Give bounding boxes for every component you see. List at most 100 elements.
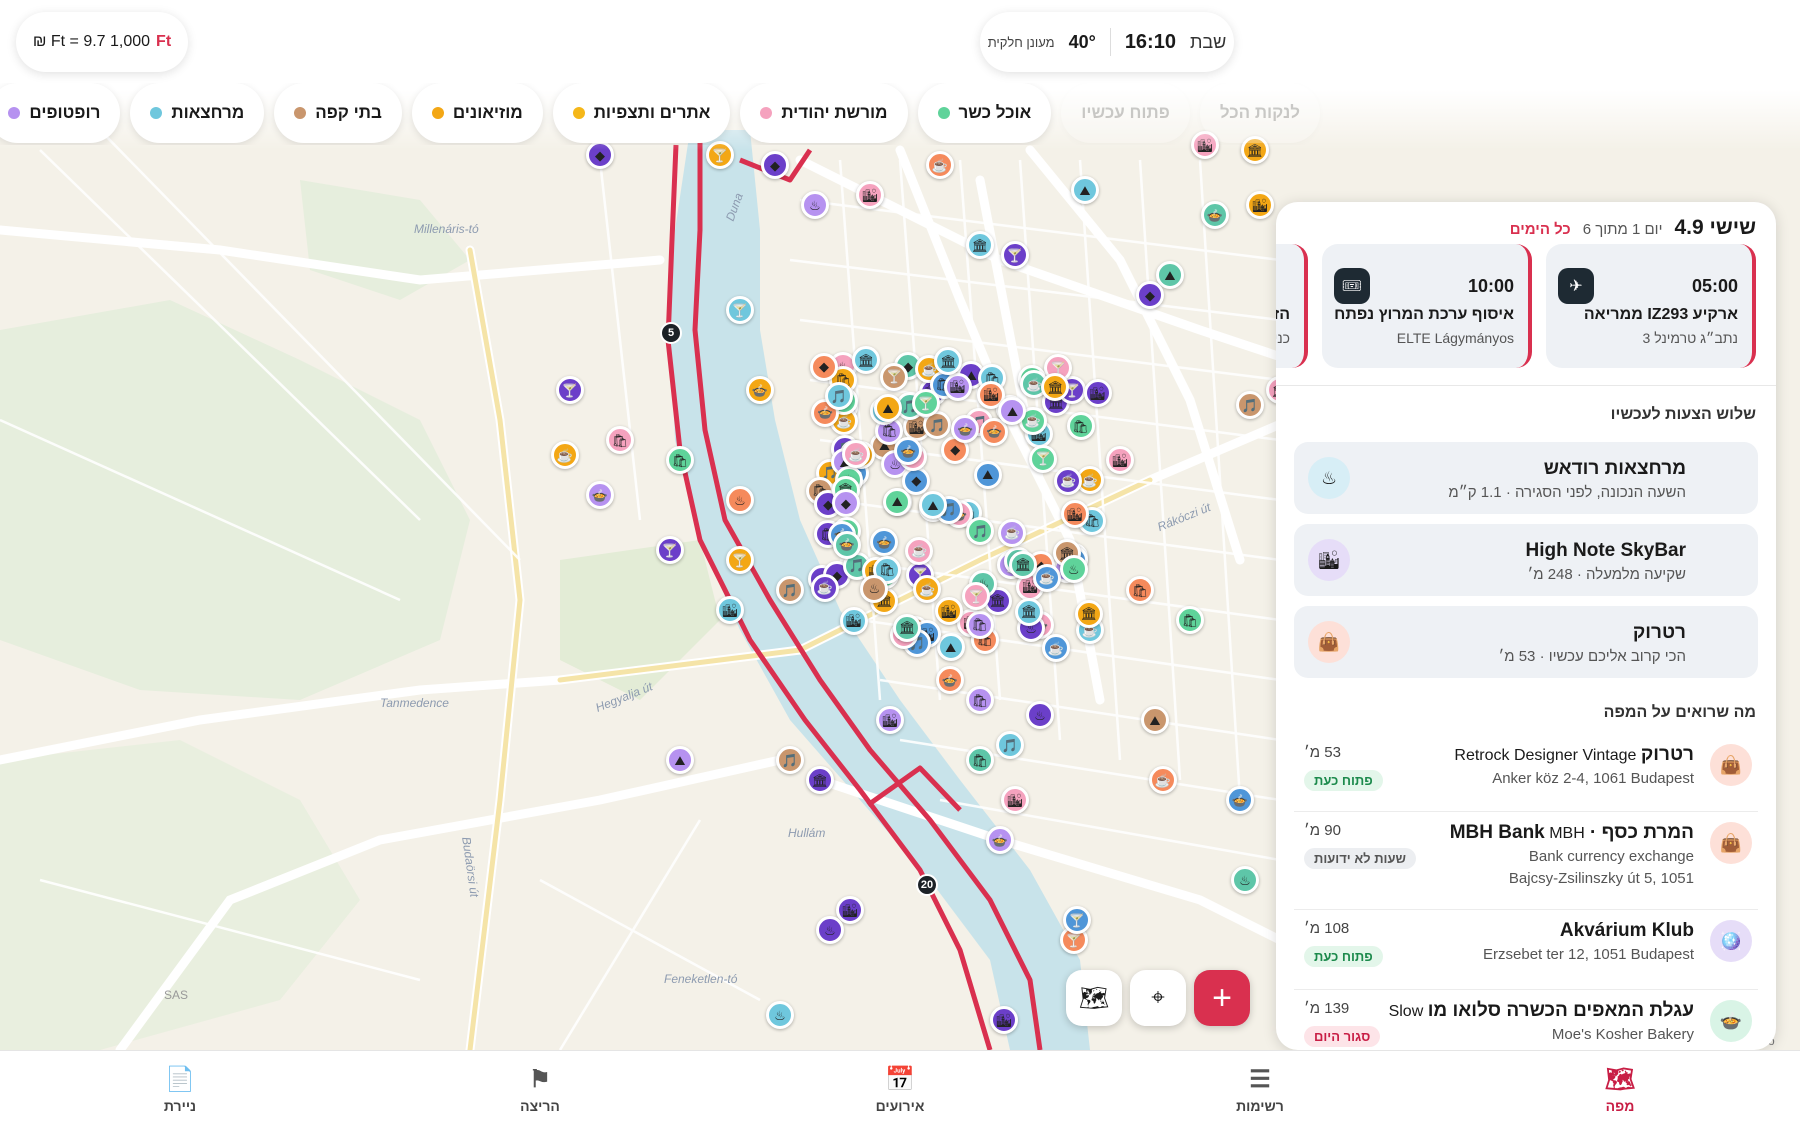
suggestion-card[interactable]: 🏙 High Note SkyBar שקיעה מלמעלה · 248 מ׳ bbox=[1294, 524, 1758, 596]
place-row[interactable]: 🪩 Akvárium Klub Erzsebet ter 12, 1051 Bu… bbox=[1294, 910, 1758, 990]
map-poi-pin[interactable]: 🍲 bbox=[832, 530, 861, 559]
map-poi-pin[interactable]: 🏙 bbox=[839, 606, 868, 635]
map-poi-pin[interactable]: 🏛 bbox=[966, 231, 994, 259]
map-poi-pin[interactable]: 🏛 bbox=[1009, 550, 1038, 579]
map-poi-pin[interactable]: 🏙 bbox=[934, 597, 963, 626]
map-poi-pin[interactable]: 🏙 bbox=[1060, 500, 1089, 529]
add-button[interactable]: + bbox=[1194, 970, 1250, 1026]
map-poi-pin[interactable]: ☕ bbox=[1041, 634, 1070, 663]
map-poi-pin[interactable]: 🎵 bbox=[824, 382, 853, 411]
map-layers-button[interactable]: 🗺 bbox=[1066, 970, 1122, 1026]
map-poi-pin[interactable]: 🏙 bbox=[716, 596, 744, 624]
map-poi-pin[interactable]: 🏙 bbox=[1106, 446, 1134, 474]
map-poi-pin[interactable]: ⛰ bbox=[1141, 706, 1169, 734]
all-days-link[interactable]: כל הימים bbox=[1510, 221, 1571, 238]
tab-list[interactable]: ☰ רשימות bbox=[1210, 1065, 1310, 1114]
map-poi-pin[interactable]: ⛰ bbox=[883, 487, 912, 516]
map-poi-pin[interactable]: 🛍 bbox=[1126, 576, 1154, 604]
map-poi-pin[interactable]: 🍸 bbox=[911, 389, 940, 418]
map-poi-pin[interactable]: 🍲 bbox=[936, 666, 964, 694]
map-poi-pin[interactable]: 🍲 bbox=[986, 826, 1014, 854]
event-card[interactable]: ✈ 05:00 ארקיע IZ293 ממריאה נתב״ג טרמינל … bbox=[1546, 244, 1756, 368]
map-poi-pin[interactable]: ⛰ bbox=[936, 633, 965, 662]
map-poi-pin[interactable]: 🍸 bbox=[1029, 444, 1058, 473]
map-poi-pin[interactable]: ⛰ bbox=[1071, 176, 1099, 204]
map-poi-pin[interactable]: 🎵 bbox=[776, 746, 804, 774]
map-poi-pin[interactable]: 🏙 bbox=[1246, 191, 1274, 219]
map-poi-pin[interactable]: 🏙 bbox=[1083, 379, 1112, 408]
map-poi-pin[interactable]: 🎵 bbox=[1236, 391, 1264, 419]
map-poi-pin[interactable]: ♨ bbox=[816, 916, 844, 944]
tab-flag[interactable]: ⚑ הריצה bbox=[490, 1065, 590, 1114]
map-poi-pin[interactable]: ♨ bbox=[860, 574, 889, 603]
map-poi-pin[interactable]: 🍸 bbox=[726, 546, 754, 574]
map-poi-pin[interactable]: 🍸 bbox=[656, 536, 684, 564]
map-poi-pin[interactable]: 🍸 bbox=[1001, 241, 1029, 269]
map-poi-pin[interactable]: 🍲 bbox=[746, 376, 774, 404]
filter-chip[interactable]: רופטופים bbox=[0, 83, 121, 143]
map-poi-pin[interactable]: ⛰ bbox=[666, 746, 694, 774]
event-card[interactable]: 🎟 10:00 איסוף ערכת המרוץ נפתח ELTE Lágym… bbox=[1322, 244, 1532, 368]
map-poi-pin[interactable]: ☕ bbox=[905, 536, 934, 565]
map-poi-pin[interactable]: 🛍 bbox=[966, 686, 994, 714]
filter-chip[interactable]: מרחצאות bbox=[130, 83, 265, 143]
place-row[interactable]: 👜 המרת כסף · MBH Bank MBH Bank currency … bbox=[1294, 812, 1758, 910]
map-poi-pin[interactable]: 🍸 bbox=[1063, 906, 1091, 934]
map-poi-pin[interactable]: 🎵 bbox=[996, 731, 1024, 759]
map-poi-pin[interactable]: 🏛 bbox=[893, 613, 922, 642]
map-poi-pin[interactable]: 🛍 bbox=[966, 746, 994, 774]
map-poi-pin[interactable]: ☕ bbox=[998, 518, 1027, 547]
map-poi-pin[interactable]: ♨ bbox=[766, 1001, 794, 1029]
filter-chip[interactable]: מורשת יהודית bbox=[740, 83, 908, 143]
map-poi-pin[interactable]: 🏙 bbox=[856, 181, 884, 209]
place-row[interactable]: 👜 רטרוק Retrock Designer Vintage Anker k… bbox=[1294, 734, 1758, 812]
map-poi-pin[interactable]: ◆ bbox=[809, 352, 838, 381]
filter-chip[interactable]: אתרים ותצפיות bbox=[552, 83, 731, 143]
map-poi-pin[interactable]: 🏙 bbox=[876, 706, 904, 734]
map-poi-pin[interactable]: ☕ bbox=[1032, 563, 1061, 592]
map-poi-pin[interactable]: 🎵 bbox=[776, 576, 804, 604]
map-poi-pin[interactable]: ◆ bbox=[1136, 281, 1164, 309]
map-poi-pin[interactable]: ♨ bbox=[1059, 555, 1088, 584]
map-poi-pin[interactable]: 🛍 bbox=[965, 610, 994, 639]
filter-chip[interactable]: בתי קפה bbox=[274, 83, 402, 143]
place-row[interactable]: 🍲 עגלת המאפים הכשרה סלואו מו Slow Moe's … bbox=[1294, 990, 1758, 1050]
events-strip[interactable]: ✈ 05:00 ארקיע IZ293 ממריאה נתב״ג טרמינל … bbox=[1276, 244, 1756, 368]
suggestion-card[interactable]: ♨ מרחצאות רודאש השעה הנכונה, לפני הסגירה… bbox=[1294, 442, 1758, 514]
map-poi-pin[interactable]: 🏙 bbox=[943, 372, 972, 401]
map-poi-pin[interactable]: 🛍 bbox=[1176, 606, 1204, 634]
tab-map[interactable]: 🗺 מפה bbox=[1570, 1065, 1670, 1114]
map-poi-pin[interactable]: 🛍 bbox=[606, 426, 634, 454]
map-poi-pin[interactable]: ☕ bbox=[926, 151, 954, 179]
map-poi-pin[interactable]: ♨ bbox=[726, 486, 754, 514]
filter-chip[interactable]: לנקות הכל bbox=[1199, 83, 1320, 143]
event-card[interactable]: 🎟 הז כני bbox=[1276, 244, 1308, 368]
map-poi-pin[interactable]: ♨ bbox=[801, 191, 829, 219]
map-poi-pin[interactable]: ⛰ bbox=[973, 460, 1002, 489]
map-poi-pin[interactable]: 🏙 bbox=[990, 1006, 1018, 1034]
map-poi-pin[interactable]: 🏛 bbox=[806, 766, 834, 794]
map-poi-pin[interactable]: ♨ bbox=[1231, 866, 1259, 894]
map-poi-pin[interactable]: 🍲 bbox=[586, 481, 614, 509]
map-poi-pin[interactable]: 🛍 bbox=[1066, 412, 1095, 441]
map-poi-pin[interactable]: 🛍 bbox=[666, 446, 694, 474]
suggestion-card[interactable]: 👜 רטרוק הכי קרוב אליכם עכשיו · 53 מ׳ bbox=[1294, 606, 1758, 678]
map-poi-pin[interactable]: ☕ bbox=[810, 573, 839, 602]
map-poi-pin[interactable]: 🍲 bbox=[1201, 201, 1229, 229]
filter-chip[interactable]: פתוח עכשיו bbox=[1061, 83, 1190, 143]
map-poi-pin[interactable]: 🍲 bbox=[1226, 786, 1254, 814]
map-poi-pin[interactable]: 🏛 bbox=[1075, 599, 1104, 628]
filter-chip[interactable]: מוזיאונים bbox=[411, 83, 543, 143]
map-poi-pin[interactable]: ◆ bbox=[761, 151, 789, 179]
map-poi-pin[interactable]: 🏙 bbox=[1001, 786, 1029, 814]
map-poi-pin[interactable]: 🏛 bbox=[1015, 597, 1043, 626]
locate-me-button[interactable]: ⌖ bbox=[1130, 970, 1186, 1026]
filter-chip[interactable]: אוכל כשר bbox=[917, 83, 1052, 143]
tab-document[interactable]: 📄 ניירת bbox=[130, 1065, 230, 1114]
map-poi-pin[interactable]: ⛰ bbox=[873, 394, 902, 423]
map-poi-pin[interactable]: ☕ bbox=[1054, 466, 1083, 495]
map-poi-pin[interactable]: ♨ bbox=[1026, 701, 1054, 729]
currency-widget[interactable]: ₪ Ft = 9.7 1,000 Ft bbox=[16, 12, 188, 72]
map-poi-pin[interactable]: 🍸 bbox=[726, 296, 754, 324]
map-poi-pin[interactable]: 🍸 bbox=[880, 362, 909, 391]
